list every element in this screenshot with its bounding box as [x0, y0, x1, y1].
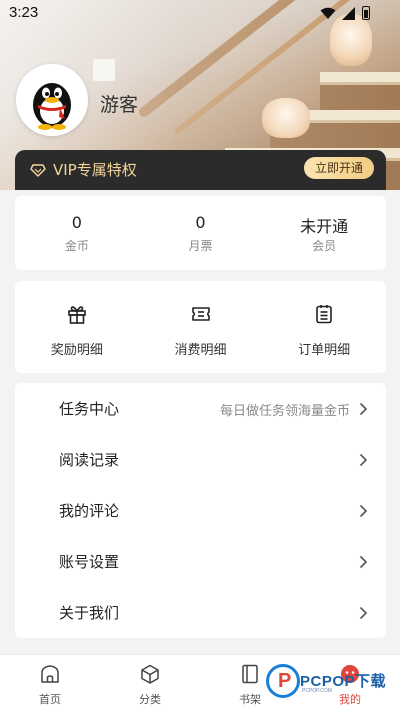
- menu-item-my-comments[interactable]: 我的评论: [15, 485, 386, 536]
- status-time: 3:23: [9, 4, 39, 21]
- account-stats-card: 0 金币 0 月票 未开通 会员: [15, 196, 386, 270]
- qq-penguin-avatar-icon: [33, 83, 71, 130]
- menu-item-label: 账号设置: [59, 553, 120, 571]
- stat-label: 金币: [64, 239, 89, 253]
- battery-icon: [362, 6, 370, 20]
- pcpop-watermark: P PCPOP下载 PCPOP.COM: [266, 660, 396, 706]
- home-icon: [41, 665, 59, 683]
- settings-menu-list: 任务中心 每日做任务领海量金币 阅读记录 我的评论 账号设置 关于我们: [15, 383, 386, 638]
- nav-category[interactable]: 分类: [100, 655, 200, 710]
- activate-vip-button[interactable]: 立即开通: [304, 157, 374, 179]
- menu-item-hint: 每日做任务领海量金币: [219, 404, 350, 419]
- wifi-icon: [320, 7, 336, 19]
- consumption-details-button[interactable]: 消费明细: [139, 281, 263, 373]
- stat-value: 未开通: [300, 217, 349, 236]
- book-icon: [242, 664, 258, 684]
- gift-icon: [68, 306, 86, 324]
- pcpop-logo-icon: P: [266, 664, 300, 698]
- avatar[interactable]: [16, 64, 88, 136]
- menu-item-label: 我的评论: [59, 502, 120, 520]
- menu-item-label: 任务中心: [59, 400, 120, 418]
- stat-membership[interactable]: 未开通 会员: [262, 196, 386, 270]
- action-label: 订单明细: [298, 343, 351, 358]
- stat-coins[interactable]: 0 金币: [15, 196, 139, 270]
- stat-label: 会员: [312, 239, 337, 253]
- signal-icon: [342, 6, 355, 20]
- menu-item-label: 关于我们: [59, 604, 120, 622]
- stat-label: 月票: [188, 239, 213, 253]
- menu-item-reading-history[interactable]: 阅读记录: [15, 434, 386, 485]
- vip-label: VIP专属特权: [53, 161, 137, 179]
- reward-details-button[interactable]: 奖励明细: [15, 281, 139, 373]
- status-bar: 3:23: [0, 0, 400, 26]
- order-details-button[interactable]: 订单明细: [262, 281, 386, 373]
- stat-value: 0: [71, 213, 82, 232]
- menu-item-label: 阅读记录: [59, 451, 120, 469]
- ticket-icon: [191, 307, 210, 321]
- menu-item-task-center[interactable]: 任务中心 每日做任务领海量金币: [15, 383, 386, 434]
- menu-item-account-settings[interactable]: 账号设置: [15, 536, 386, 587]
- action-label: 奖励明细: [50, 343, 103, 358]
- stat-monthly-tickets[interactable]: 0 月票: [139, 196, 263, 270]
- nav-label: 首页: [39, 693, 61, 706]
- vip-privilege-bar[interactable]: VIP专属特权 立即开通: [15, 150, 386, 190]
- action-label: 消费明细: [174, 343, 227, 358]
- nav-label: 分类: [139, 693, 161, 706]
- chevron-right-icon: [359, 606, 368, 620]
- diamond-icon: [30, 164, 46, 177]
- cube-icon: [141, 664, 159, 684]
- watermark-sub: PCPOP.COM: [302, 688, 332, 694]
- chevron-right-icon: [359, 402, 368, 416]
- chevron-right-icon: [359, 453, 368, 467]
- chevron-right-icon: [359, 555, 368, 569]
- stat-value: 0: [195, 213, 206, 232]
- clipboard-icon: [316, 305, 332, 324]
- menu-item-about-us[interactable]: 关于我们: [15, 587, 386, 638]
- username[interactable]: 游客: [100, 90, 138, 117]
- nav-home[interactable]: 首页: [0, 655, 100, 710]
- chevron-right-icon: [359, 504, 368, 518]
- detail-shortcuts-card: 奖励明细 消费明细 订单明细: [15, 281, 386, 373]
